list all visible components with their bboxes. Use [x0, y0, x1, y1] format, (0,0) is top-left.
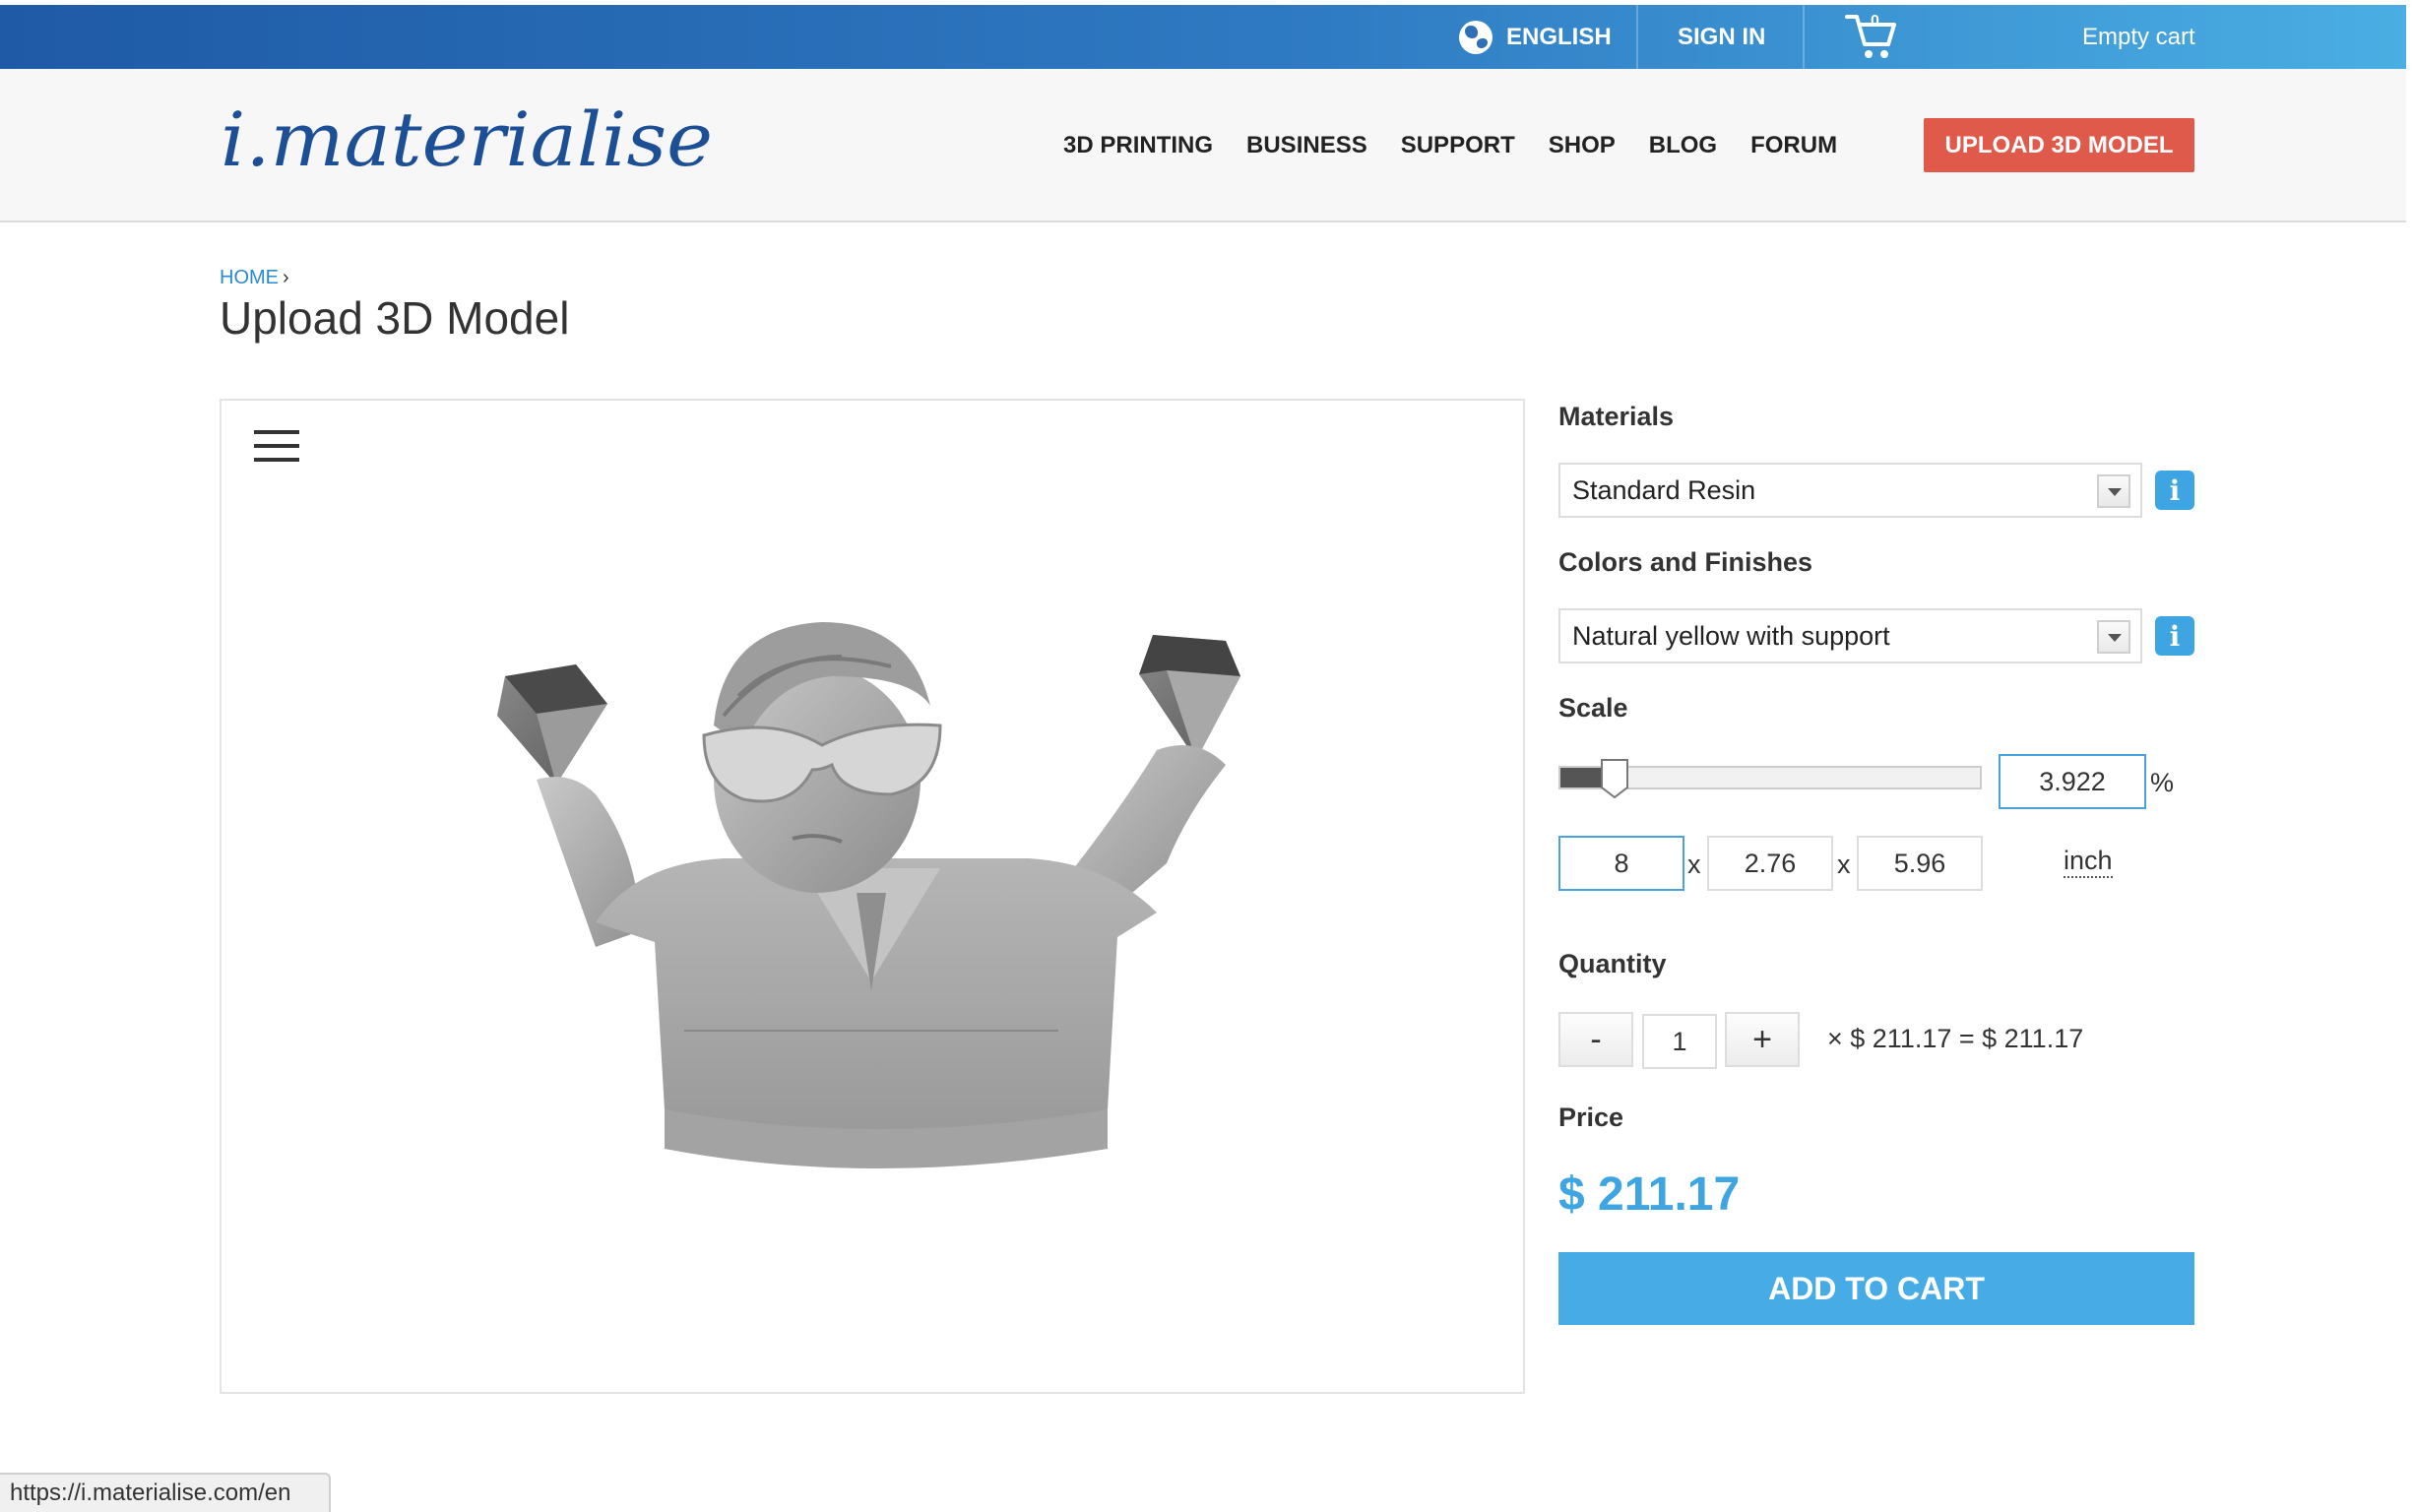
status-bar-url: https://i.materialise.com/en [0, 1473, 331, 1512]
breadcrumb-home[interactable]: HOME [220, 267, 279, 288]
left-diamond [497, 664, 607, 785]
quantity-increase-button[interactable]: + [1725, 1012, 1800, 1067]
material-select[interactable]: Standard Resin [1558, 463, 2142, 518]
cart-button[interactable]: 0 [1845, 11, 1900, 62]
dimension-separator: x [1837, 850, 1851, 879]
color-finish-select[interactable]: Natural yellow with support [1558, 608, 2142, 663]
language-selector[interactable]: ENGLISH [1459, 5, 1612, 69]
color-info-icon[interactable]: i [2155, 616, 2194, 656]
dimension-separator: x [1687, 850, 1701, 879]
nav-shop[interactable]: SHOP [1549, 132, 1616, 159]
materials-label: Materials [1558, 402, 1675, 431]
scale-slider-handle[interactable] [1600, 758, 1629, 799]
model-viewer[interactable] [220, 399, 1525, 1394]
scale-percent-input[interactable]: 3.922 [1999, 754, 2146, 809]
quantity-input[interactable]: 1 [1642, 1014, 1717, 1069]
scale-slider[interactable] [1558, 759, 1982, 799]
quantity-decrease-button[interactable]: - [1558, 1012, 1633, 1067]
language-label: ENGLISH [1506, 23, 1612, 50]
hamburger-menu-icon[interactable] [254, 430, 299, 466]
quantity-price-formula: × $ 211.17 = $ 211.17 [1827, 1024, 2084, 1053]
dimension-x-input[interactable]: 8 [1558, 836, 1684, 891]
percent-sign: % [2150, 768, 2175, 797]
breadcrumb: HOME › [220, 267, 289, 289]
breadcrumb-separator: › [283, 267, 289, 288]
cart-count-badge: 0 [1871, 13, 1879, 30]
main-nav: 3D PRINTING BUSINESS SUPPORT SHOP BLOG F… [1063, 69, 1837, 222]
top-bar: ENGLISH SIGN IN 0 Empty cart [0, 5, 2406, 69]
upload-3d-model-button[interactable]: UPLOAD 3D MODEL [1924, 118, 2194, 172]
imaterialise-logo[interactable]: i.materialise [215, 89, 727, 197]
dimension-z-input[interactable]: 5.96 [1857, 836, 1983, 891]
price-label: Price [1558, 1102, 1624, 1132]
nav-blog[interactable]: BLOG [1649, 132, 1717, 159]
3d-model-figure[interactable] [477, 598, 1265, 1208]
sign-in-link[interactable]: SIGN IN [1678, 5, 1765, 69]
colors-finishes-label: Colors and Finishes [1558, 547, 1813, 577]
right-diamond [1139, 635, 1240, 760]
color-finish-selected-value: Natural yellow with support [1572, 620, 1890, 651]
add-to-cart-button[interactable]: ADD TO CART [1558, 1252, 2194, 1325]
dimension-y-input[interactable]: 2.76 [1707, 836, 1833, 891]
globe-icon [1459, 20, 1493, 54]
price-value: $ 211.17 [1558, 1168, 1741, 1221]
nav-3d-printing[interactable]: 3D PRINTING [1063, 132, 1213, 159]
cart-status-link[interactable]: Empty cart [2082, 5, 2195, 69]
unit-selector[interactable]: inch [2064, 845, 2113, 878]
page-title: Upload 3D Model [220, 292, 570, 344]
quantity-label: Quantity [1558, 949, 1667, 978]
scale-label: Scale [1558, 693, 1628, 723]
material-selected-value: Standard Resin [1572, 474, 1756, 505]
chevron-down-icon[interactable] [2097, 620, 2130, 654]
nav-support[interactable]: SUPPORT [1401, 132, 1515, 159]
material-info-icon[interactable]: i [2155, 471, 2194, 510]
topbar-divider [1803, 5, 1805, 69]
topbar-divider [1636, 5, 1638, 69]
nav-forum[interactable]: FORUM [1750, 132, 1837, 159]
logo-text: i.materialise [221, 95, 713, 183]
chevron-down-icon[interactable] [2097, 474, 2130, 508]
nav-business[interactable]: BUSINESS [1246, 132, 1367, 159]
site-header: i.materialise 3D PRINTING BUSINESS SUPPO… [0, 69, 2406, 222]
